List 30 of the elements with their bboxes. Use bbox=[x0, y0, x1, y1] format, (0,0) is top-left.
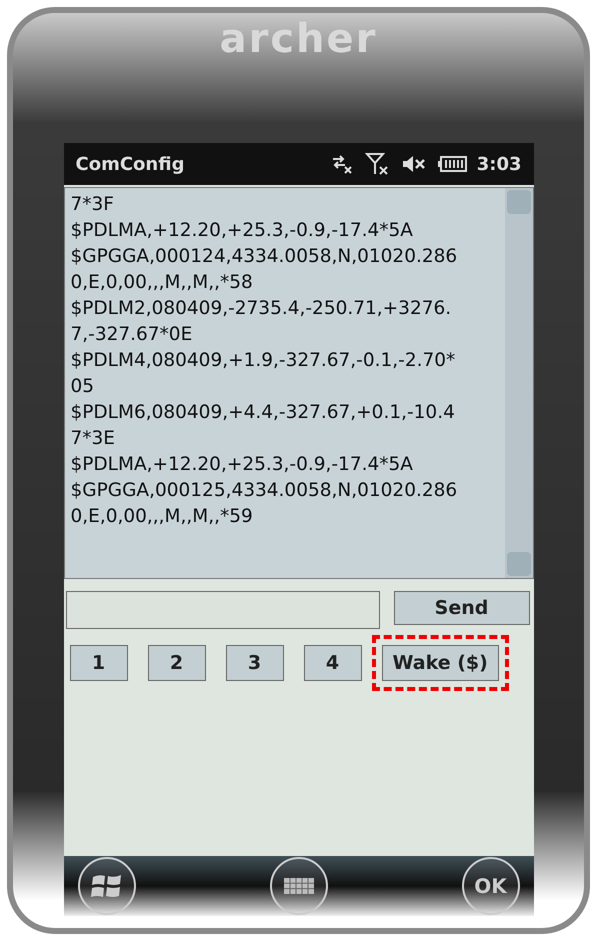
window-title: ComConfig bbox=[76, 154, 186, 174]
log-line: $PDLM4,080409,+1.9,-327.67,-0.1,-2.70* bbox=[70, 349, 456, 373]
log-line: 7,-327.67*0E bbox=[70, 323, 194, 347]
keyboard-button[interactable] bbox=[270, 857, 328, 915]
log-line: $GPGGA,000124,4334.0058,N,01020.286 bbox=[70, 245, 458, 269]
start-button[interactable] bbox=[78, 857, 136, 915]
number-button[interactable]: 4 bbox=[304, 645, 362, 681]
number-button[interactable]: Wake ($) bbox=[382, 645, 499, 681]
log-line: 7*3E bbox=[70, 427, 116, 451]
send-button[interactable]: Send bbox=[394, 591, 530, 625]
log-line: 0,E,0,00,,,M,,M,,*58 bbox=[70, 271, 254, 295]
clock-time: 3:03 bbox=[476, 154, 522, 174]
command-input-field[interactable] bbox=[66, 591, 380, 629]
log-line: 0,E,0,00,,,M,,M,,*59 bbox=[70, 505, 254, 529]
log-line: $PDLM2,080409,-2735.4,-250.71,+3276. bbox=[70, 297, 452, 321]
log-line: $PDLM6,080409,+4.4,-327.67,+0.1,-10.4 bbox=[70, 401, 456, 425]
log-line: 7*3F bbox=[70, 193, 115, 217]
battery-icon bbox=[436, 156, 467, 172]
ok-button[interactable]: OK bbox=[462, 857, 520, 915]
log-line: $PDLMA,+12.20,+25.3,-0.9,-17.4*5A bbox=[70, 453, 414, 477]
number-button[interactable]: 2 bbox=[148, 645, 206, 681]
number-button[interactable]: 1 bbox=[70, 645, 128, 681]
speaker-muted-icon bbox=[400, 154, 427, 174]
keyboard-icon bbox=[284, 878, 314, 894]
brand-logo: archer bbox=[220, 15, 378, 63]
log-line: 05 bbox=[70, 375, 96, 399]
log-line: $GPGGA,000125,4334.0058,N,01020.286 bbox=[70, 479, 458, 503]
log-line: $PDLMA,+12.20,+25.3,-0.9,-17.4*5A bbox=[70, 219, 414, 243]
number-button[interactable]: 3 bbox=[226, 645, 284, 681]
scroll-bar[interactable] bbox=[504, 188, 532, 578]
